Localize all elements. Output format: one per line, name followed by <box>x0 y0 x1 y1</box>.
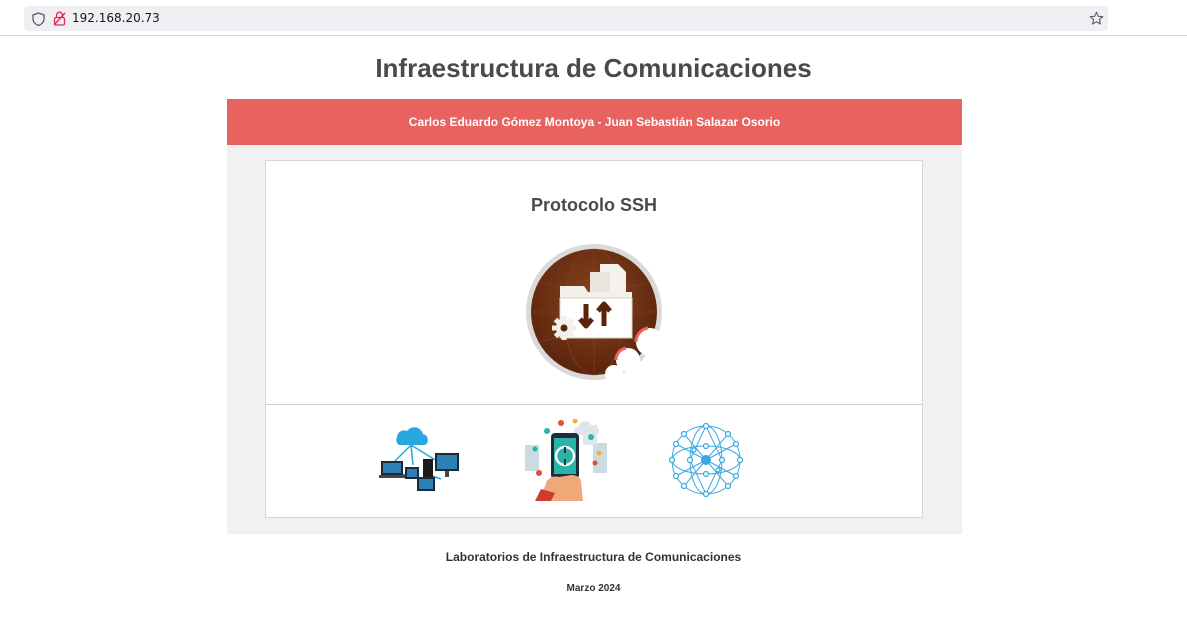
network-globe-image <box>668 422 744 498</box>
url-text[interactable]: 192.168.20.73 <box>72 11 160 26</box>
content-panel: Protocolo SSH <box>227 145 962 534</box>
footer-lab-name: Laboratorios de Infraestructura de Comun… <box>445 550 742 564</box>
card-heading: Protocolo SSH <box>530 195 657 215</box>
ssh-folder-icon <box>526 244 664 382</box>
shield-icon[interactable] <box>32 12 45 26</box>
address-bar[interactable]: 192.168.20.73 <box>24 6 1108 31</box>
card-divider <box>266 404 922 405</box>
browser-toolbar: 192.168.20.73 <box>0 0 1187 36</box>
footer-date: Marzo 2024 <box>566 583 621 594</box>
mobile-connectivity-image <box>525 419 607 501</box>
protocol-card: Protocolo SSH <box>265 160 923 518</box>
network-devices-image <box>379 427 459 491</box>
insecure-lock-icon[interactable] <box>53 11 66 26</box>
bookmark-star-icon[interactable] <box>1089 11 1104 26</box>
page-title: Infraestructura de Comunicaciones <box>375 53 812 83</box>
authors-banner: Carlos Eduardo Gómez Montoya - Juan Seba… <box>227 99 962 145</box>
